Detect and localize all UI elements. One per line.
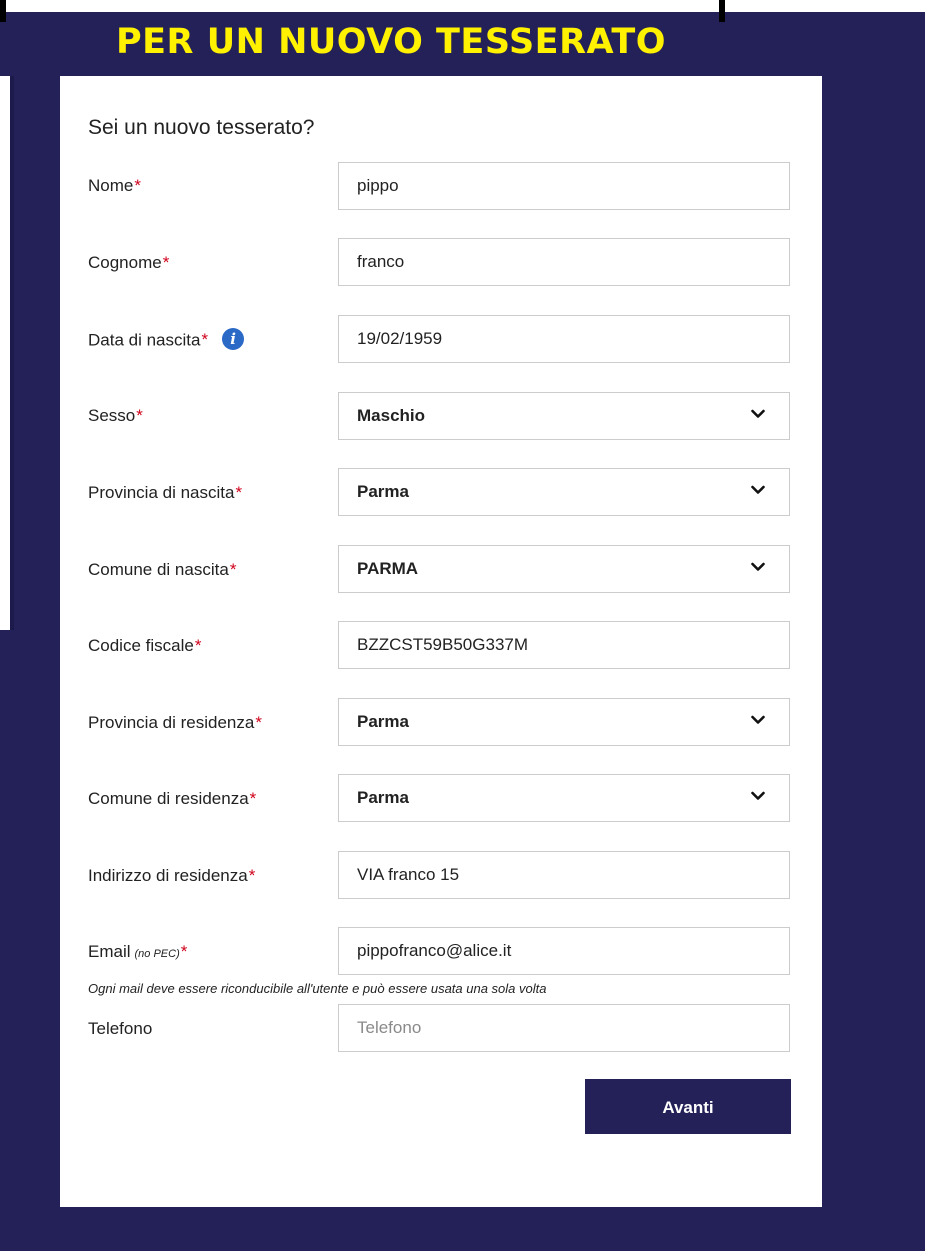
comune-residenza-select[interactable]: Parma [338, 774, 790, 822]
top-strip [0, 0, 925, 12]
label-provincia-residenza: Provincia di residenza* [88, 713, 262, 733]
sesso-select[interactable]: Maschio [338, 392, 790, 440]
avanti-button[interactable]: Avanti [585, 1079, 791, 1134]
telefono-field[interactable] [338, 1004, 790, 1052]
email-input[interactable] [339, 928, 789, 974]
page-title: PER UN NUOVO TESSERATO [116, 22, 667, 62]
data-nascita-field[interactable] [338, 315, 790, 363]
label-data-nascita: Data di nascita* i [88, 328, 245, 352]
nome-input[interactable] [339, 163, 789, 209]
required-asterisk: * [201, 330, 209, 350]
comune-residenza-selected-value: Parma [357, 788, 409, 807]
required-asterisk: * [255, 713, 262, 732]
label-sesso: Sesso* [88, 406, 143, 426]
required-asterisk: * [194, 636, 202, 655]
label-text: Email [88, 942, 131, 961]
label-email: Email (no PEC)* [88, 942, 187, 962]
required-asterisk: * [134, 176, 141, 195]
label-text: Nome [88, 176, 134, 195]
info-icon[interactable]: i [222, 328, 245, 350]
label-codice-fiscale: Codice fiscale* [88, 636, 201, 656]
required-asterisk: * [136, 406, 143, 425]
provincia-residenza-select[interactable]: Parma [338, 698, 790, 746]
indirizzo-residenza-input[interactable] [339, 852, 789, 898]
label-text: Comune di residenza [88, 789, 249, 808]
provincia-nascita-select[interactable]: Parma [338, 468, 790, 516]
registration-form-card: Sei un nuovo tesserato? Nome* Cognome* D… [60, 76, 822, 1207]
label-nome: Nome* [88, 176, 141, 196]
cognome-input[interactable] [339, 239, 789, 285]
chevron-down-icon [751, 562, 765, 571]
nome-field[interactable] [338, 162, 790, 210]
chevron-down-icon [751, 715, 765, 724]
cognome-field[interactable] [338, 238, 790, 286]
required-asterisk: * [235, 483, 243, 502]
data-nascita-input[interactable] [339, 316, 789, 362]
telefono-input[interactable] [339, 1005, 789, 1051]
provincia-nascita-selected-value: Parma [357, 482, 409, 501]
comune-nascita-select[interactable]: PARMA [338, 545, 790, 593]
chevron-down-icon [751, 409, 765, 418]
label-text: Cognome [88, 253, 162, 272]
required-asterisk: * [248, 866, 256, 885]
label-comune-nascita: Comune di nascita* [88, 560, 236, 580]
chevron-down-icon [751, 485, 765, 494]
label-text: Codice fiscale [88, 636, 194, 655]
provincia-residenza-selected-value: Parma [357, 712, 409, 731]
required-asterisk: * [229, 560, 237, 579]
comune-nascita-selected-value: PARMA [357, 559, 419, 578]
label-text: Provincia di residenza [88, 713, 255, 732]
side-panel [0, 76, 10, 630]
required-asterisk: * [249, 789, 257, 808]
indirizzo-residenza-field[interactable] [338, 851, 790, 899]
email-note: (no PEC) [134, 948, 180, 960]
label-telefono: Telefono [88, 1019, 152, 1039]
label-text: Provincia di nascita [88, 483, 235, 502]
chevron-down-icon [751, 791, 765, 800]
form-heading: Sei un nuovo tesserato? [88, 116, 315, 139]
label-cognome: Cognome* [88, 253, 169, 273]
required-asterisk: * [180, 942, 188, 961]
label-provincia-nascita: Provincia di nascita* [88, 483, 242, 503]
label-text: Indirizzo di residenza [88, 866, 248, 885]
label-indirizzo-residenza: Indirizzo di residenza* [88, 866, 255, 886]
label-text: Telefono [88, 1019, 153, 1038]
side-panel-edge [10, 76, 14, 630]
label-comune-residenza: Comune di residenza* [88, 789, 256, 809]
top-divider-right [719, 0, 725, 22]
top-divider-left [0, 0, 6, 22]
label-text: Data di nascita [88, 330, 201, 350]
sesso-selected-value: Maschio [357, 406, 426, 425]
codice-fiscale-field[interactable] [338, 621, 790, 669]
codice-fiscale-input[interactable] [339, 622, 789, 668]
email-field[interactable] [338, 927, 790, 975]
label-text: Comune di nascita [88, 560, 229, 579]
label-text: Sesso [88, 406, 136, 425]
email-hint: Ogni mail deve essere riconducibile all'… [88, 981, 547, 996]
required-asterisk: * [162, 253, 170, 272]
